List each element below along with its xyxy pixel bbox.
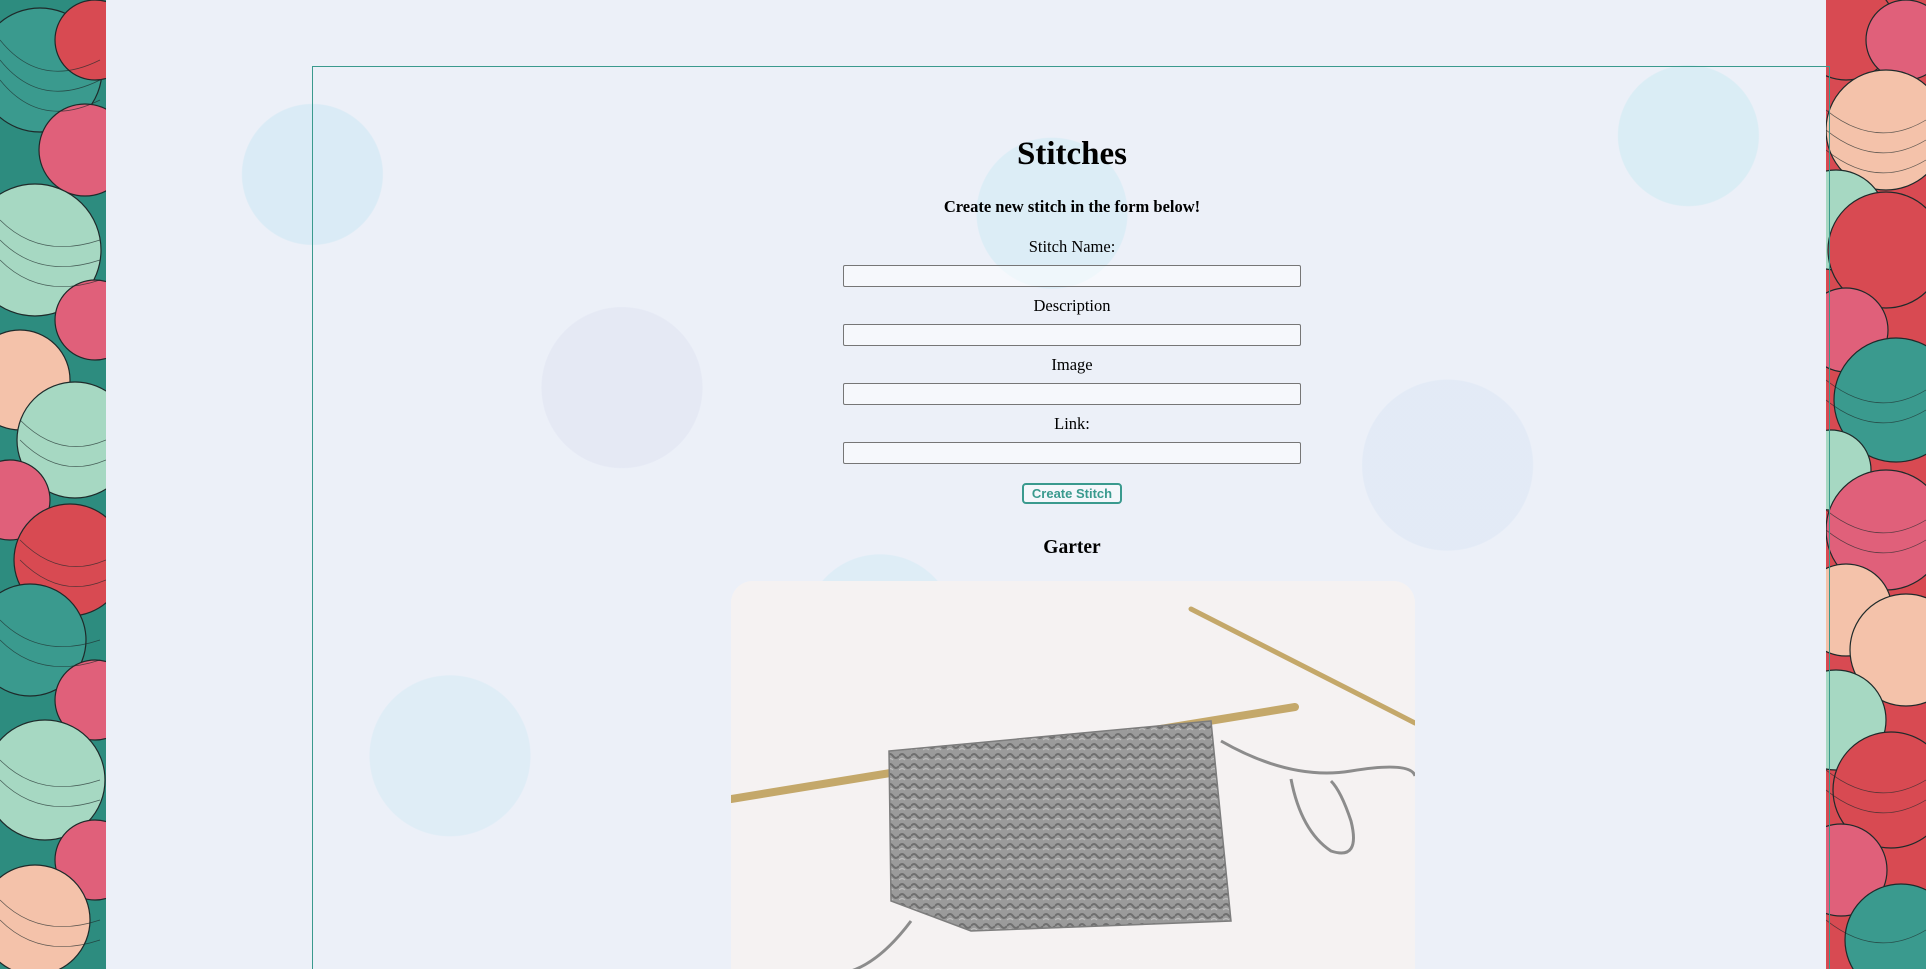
page-panel: Stitches Create new stitch in the form b… bbox=[106, 0, 1830, 969]
description-label: Description bbox=[1033, 296, 1111, 315]
page-title: Stitches bbox=[1017, 136, 1127, 172]
description-input[interactable] bbox=[843, 324, 1301, 346]
yarn-decoration-left bbox=[0, 0, 106, 969]
link-input[interactable] bbox=[843, 442, 1301, 464]
stitch-name-label: Stitch Name: bbox=[1028, 237, 1116, 256]
yarn-decoration-right bbox=[1826, 0, 1926, 969]
stitch-card-title: Garter bbox=[1043, 537, 1101, 558]
image-label: Image bbox=[1051, 355, 1093, 374]
create-stitch-button[interactable]: Create Stitch bbox=[1022, 483, 1122, 504]
link-label: Link: bbox=[1054, 414, 1090, 433]
stitch-image bbox=[731, 581, 1415, 969]
content-frame: Stitches Create new stitch in the form b… bbox=[312, 66, 1830, 969]
image-input[interactable] bbox=[843, 383, 1301, 405]
form-instructions: Create new stitch in the form below! bbox=[943, 197, 1201, 216]
stitch-name-input[interactable] bbox=[843, 265, 1301, 287]
